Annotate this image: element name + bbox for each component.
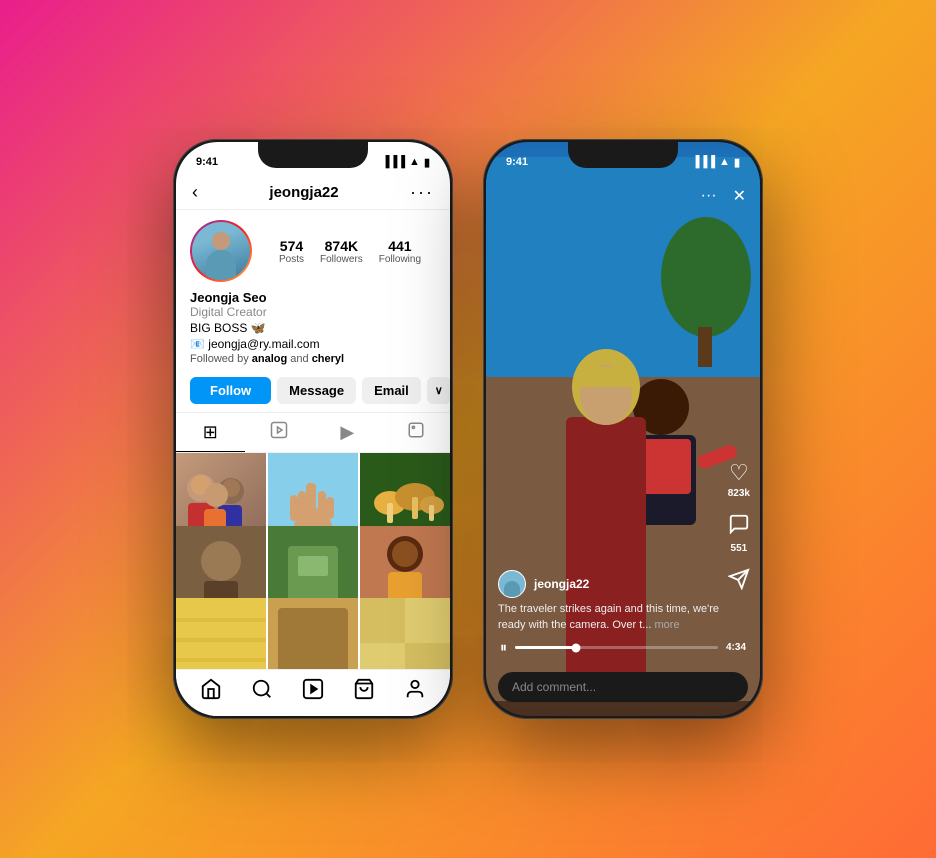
grid-image-7	[176, 598, 266, 669]
grid-cell-9[interactable]	[360, 598, 450, 669]
video-progress-fill	[515, 646, 576, 649]
comment-count: 551	[731, 543, 748, 554]
profile-bio: Jeongja Seo Digital Creator BIG BOSS 🦋 📧…	[176, 290, 450, 373]
share-icon	[728, 568, 750, 596]
grid-image-9	[360, 598, 450, 669]
bio-email: 📧 jeongja@ry.mail.com	[190, 337, 436, 351]
profile-username: jeongja22	[269, 184, 338, 201]
play-pause-button[interactable]: ⏸	[500, 639, 507, 656]
content-tabs: ⊞ ▶	[176, 412, 450, 453]
like-count: 823k	[728, 488, 750, 499]
video-progress-row: ⏸ 4:34	[498, 639, 748, 656]
tab-grid[interactable]: ⊞	[176, 413, 245, 452]
video-overlay: ··· ✕ ♡ 823k 551	[486, 142, 760, 716]
comment-input-bar[interactable]: Add comment...	[498, 672, 748, 702]
tab-reels[interactable]: ▶	[313, 413, 382, 452]
more-actions-button[interactable]: ∨	[427, 377, 450, 404]
video-more-button[interactable]: ···	[701, 187, 717, 205]
nav-search[interactable]	[251, 678, 273, 700]
video-avatar[interactable]	[498, 570, 526, 598]
battery-icon: ▮	[424, 156, 430, 169]
bio-line1: BIG BOSS 🦋	[190, 321, 436, 335]
profile-header: 574 Posts 874K Followers 441 Following	[176, 210, 450, 290]
photo-grid: ▷ 97K ▷ 441K	[176, 453, 450, 669]
signal-icon-video: ▐▐▐	[692, 156, 715, 168]
more-options-button[interactable]: ···	[410, 182, 434, 203]
grid-image-8	[268, 598, 358, 669]
video-progress-dot	[571, 643, 580, 652]
bio-followed-by: Followed by analog and cheryl	[190, 353, 436, 365]
follower-2[interactable]: cheryl	[312, 353, 344, 365]
following-label: Following	[379, 254, 421, 265]
follower-1[interactable]: analog	[252, 353, 287, 365]
posts-count: 574	[280, 238, 303, 254]
heart-icon: ♡	[729, 460, 749, 486]
caption-more[interactable]: more	[655, 619, 680, 631]
comment-action[interactable]: 551	[728, 513, 750, 554]
profile-nav-bar: ‹ jeongja22 ···	[176, 178, 450, 210]
reels-icon: ▶	[340, 422, 354, 443]
posts-label: Posts	[279, 254, 304, 265]
back-button[interactable]: ‹	[192, 182, 198, 203]
video-username[interactable]: jeongja22	[534, 577, 589, 591]
action-buttons: Follow Message Email ∨	[176, 373, 450, 412]
tagged-icon	[407, 421, 425, 444]
nav-reels[interactable]	[302, 678, 324, 700]
grid-icon: ⊞	[203, 422, 218, 443]
like-action[interactable]: ♡ 823k	[728, 460, 750, 499]
stat-following: 441 Following	[379, 238, 421, 265]
video-progress-bar[interactable]	[515, 646, 718, 649]
comment-icon	[728, 513, 750, 541]
video-username-row: jeongja22	[498, 570, 748, 598]
video-bottom-info: jeongja22 The traveler strikes again and…	[486, 570, 760, 672]
status-icons: ▐▐▐ ▲ ▮	[382, 156, 430, 169]
stats-row: 574 Posts 874K Followers 441 Following	[264, 238, 436, 265]
tab-tagged[interactable]	[382, 413, 451, 452]
battery-icon-video: ▮	[734, 156, 740, 169]
notch-video	[568, 142, 678, 168]
followers-count: 874K	[325, 238, 358, 254]
notch	[258, 142, 368, 168]
share-action[interactable]	[728, 568, 750, 596]
status-icons-video: ▐▐▐ ▲ ▮	[692, 156, 740, 169]
status-time-video: 9:41	[506, 156, 528, 168]
stat-posts: 574 Posts	[279, 238, 304, 265]
caption-text: The traveler strikes again and this time…	[498, 603, 719, 630]
follow-button[interactable]: Follow	[190, 377, 271, 404]
wifi-icon-video: ▲	[719, 156, 730, 168]
comment-placeholder: Add comment...	[512, 680, 596, 694]
tab-igtv[interactable]	[245, 413, 314, 452]
video-time: 4:34	[726, 642, 746, 653]
grid-cell-7[interactable]	[176, 598, 266, 669]
phone-profile: 9:41 ▐▐▐ ▲ ▮ ‹ jeongja22 ··· 5	[173, 139, 453, 719]
avatar	[192, 222, 250, 280]
grid-cell-8[interactable]	[268, 598, 358, 669]
video-close-button[interactable]: ✕	[733, 186, 746, 206]
following-count: 441	[388, 238, 411, 254]
nav-shop[interactable]	[353, 678, 375, 700]
signal-icon: ▐▐▐	[382, 156, 405, 168]
video-side-actions: ♡ 823k 551	[728, 460, 750, 596]
message-button[interactable]: Message	[277, 377, 356, 404]
phone-video: 9:41 ▐▐▐ ▲ ▮	[483, 139, 763, 719]
status-time: 9:41	[196, 156, 218, 168]
nav-profile[interactable]	[404, 678, 426, 700]
email-button[interactable]: Email	[362, 377, 421, 404]
video-top-controls: ··· ✕	[486, 178, 760, 214]
bottom-navigation	[176, 669, 450, 716]
bio-role: Digital Creator	[190, 305, 436, 319]
wifi-icon: ▲	[409, 156, 420, 168]
followers-label: Followers	[320, 254, 363, 265]
stat-followers: 874K Followers	[320, 238, 363, 265]
igtv-icon	[270, 421, 288, 444]
bio-full-name: Jeongja Seo	[190, 290, 436, 305]
nav-home[interactable]	[200, 678, 222, 700]
avatar-ring	[190, 220, 252, 282]
video-caption: The traveler strikes again and this time…	[498, 602, 748, 633]
